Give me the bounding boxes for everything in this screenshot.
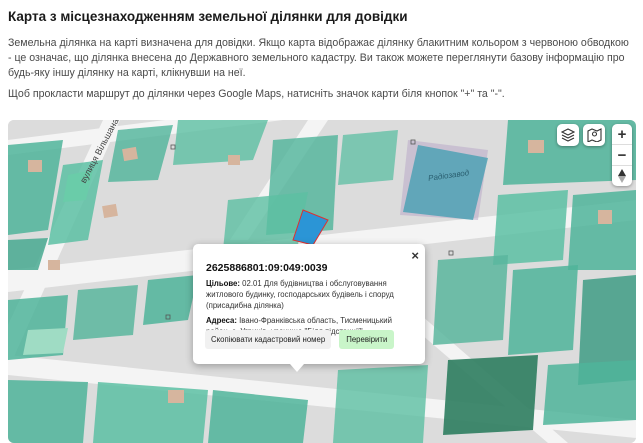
intro-paragraph: Земельна ділянка на карті визначена для … [8,37,629,79]
cadastral-map[interactable]: вулиця Вільшана Радіозавод + − × 2625886… [8,120,636,443]
zoom-in-button[interactable]: + [612,124,632,145]
close-icon[interactable]: × [411,248,419,263]
route-button[interactable] [583,124,605,146]
address-label: Адреса: [206,316,237,325]
compass-button[interactable] [612,166,632,186]
cadastral-number: 2625886801:09:049:0039 [206,262,328,274]
zoom-out-button[interactable]: − [612,145,632,166]
parcel-info-popup: × 2625886801:09:049:0039 Цільове: 02.01 … [193,244,425,364]
copy-cadastral-number-button[interactable]: Скопіювати кадастровий номер [205,330,332,349]
route-hint-paragraph: Щоб прокласти маршрут до ділянки через G… [8,88,505,100]
check-button[interactable]: Перевірити [339,330,395,349]
purpose-row: Цільове: 02.01 Для будівництва і обслуго… [206,278,413,311]
purpose-label: Цільове: [206,279,240,288]
map-route-icon [586,128,602,142]
page-title: Карта з місцезнаходженням земельної діля… [8,9,408,24]
layers-icon [561,128,575,142]
popup-tail [290,364,304,372]
compass-icon [618,169,626,183]
layers-button[interactable] [557,124,579,146]
zoom-control: + − [612,124,632,186]
